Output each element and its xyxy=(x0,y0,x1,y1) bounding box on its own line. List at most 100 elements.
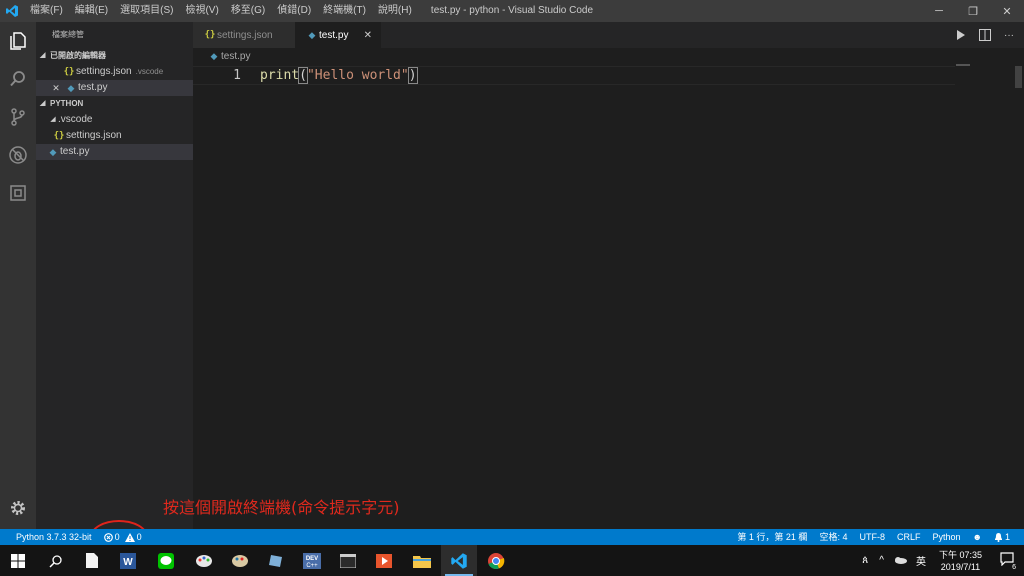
tree-item-label: settings.json xyxy=(66,130,122,141)
taskbar-search-icon[interactable] xyxy=(38,545,74,576)
breadcrumb-file[interactable]: test.py xyxy=(221,51,250,62)
media-player-icon[interactable] xyxy=(366,545,402,576)
sidebar-title: 檔案總管 xyxy=(52,30,84,39)
debug-icon[interactable] xyxy=(0,136,36,174)
chrome-icon[interactable] xyxy=(478,545,514,576)
code-line[interactable]: 1 print("Hello world") xyxy=(193,66,955,85)
end-of-line[interactable]: CRLF xyxy=(891,529,927,545)
editor-scrollbar[interactable] xyxy=(1014,64,1024,529)
notifications[interactable]: 1 xyxy=(988,529,1016,545)
error-count: 0 xyxy=(114,532,120,542)
indentation[interactable]: 空格: 4 xyxy=(813,529,853,545)
cursor-position[interactable]: 第 1 行，第 21 欄 xyxy=(731,529,813,545)
terminal-app-icon[interactable] xyxy=(330,545,366,576)
close-window-button[interactable]: ✕ xyxy=(990,0,1024,22)
problems-indicator[interactable]: 0 0 xyxy=(98,529,148,545)
menu-debug[interactable]: 偵錯(D) xyxy=(271,0,317,22)
close-icon[interactable]: ✕ xyxy=(364,30,372,41)
bell-icon xyxy=(994,533,1002,542)
minimize-button[interactable]: ─ xyxy=(922,0,956,22)
menu-selection[interactable]: 選取項目(S) xyxy=(114,0,179,22)
menu-go[interactable]: 移至(G) xyxy=(225,0,271,22)
svg-text:C++: C++ xyxy=(306,563,318,569)
people-icon[interactable]: ጰ xyxy=(856,555,874,566)
activity-bar xyxy=(0,22,36,529)
run-icon[interactable] xyxy=(954,28,968,42)
tab-label: test.py xyxy=(319,29,349,41)
close-icon[interactable]: ✕ xyxy=(50,80,62,96)
line-app-icon[interactable] xyxy=(148,545,184,576)
workspace-header[interactable]: ◢ PYTHON xyxy=(36,96,193,112)
explorer-icon[interactable] xyxy=(0,22,36,60)
minimap[interactable] xyxy=(956,64,970,66)
tab-settings-json[interactable]: {} settings.json xyxy=(193,22,295,48)
menu-terminal[interactable]: 終端機(T) xyxy=(317,0,372,22)
menu-help[interactable]: 說明(H) xyxy=(372,0,418,22)
warning-icon xyxy=(124,532,135,542)
action-center-icon[interactable]: 6 xyxy=(990,552,1024,571)
open-editor-desc: .vscode xyxy=(135,67,164,76)
status-bar: Python 3.7.3 32-bit 0 0 第 1 行，第 21 欄 空格:… xyxy=(0,529,1024,545)
encoding[interactable]: UTF-8 xyxy=(853,529,891,545)
code-editor[interactable]: 1 print("Hello world") xyxy=(193,64,1024,529)
tree-item-settings[interactable]: {} settings.json xyxy=(36,128,193,144)
tab-test-py[interactable]: ◆ test.py ✕ xyxy=(295,22,381,48)
open-editors-label: 已開啟的編輯器 xyxy=(50,51,106,60)
json-icon: {} xyxy=(204,30,216,40)
chevron-down-icon: ◢ xyxy=(50,116,56,123)
system-tray: ጰ ^ 英 下午 07:35 2019/7/11 6 xyxy=(856,545,1024,576)
code-text[interactable]: print("Hello world") xyxy=(260,67,418,84)
python-interpreter[interactable]: Python 3.7.3 32-bit xyxy=(10,529,98,545)
open-editor-item-test[interactable]: ✕ ◆ test.py xyxy=(36,80,193,96)
tree-item-vscode[interactable]: ◢ .vscode xyxy=(36,112,193,128)
open-editors-header[interactable]: ◢ 已開啟的編輯器 xyxy=(36,48,193,64)
file-icon[interactable] xyxy=(74,545,110,576)
clock-time: 下午 07:35 xyxy=(938,549,982,560)
extensions-icon[interactable] xyxy=(0,174,36,212)
breadcrumb[interactable]: ◆ test.py xyxy=(193,48,1024,64)
json-icon: {} xyxy=(53,131,65,141)
python-icon: ◆ xyxy=(67,83,75,93)
notification-count: 1 xyxy=(1004,532,1010,542)
word-icon[interactable]: W xyxy=(110,545,146,576)
warning-count: 0 xyxy=(136,532,142,542)
title-bar: 檔案(F) 編輯(E) 選取項目(S) 檢視(V) 移至(G) 偵錯(D) 終端… xyxy=(0,0,1024,22)
vscode-taskbar-icon[interactable] xyxy=(441,545,477,576)
scroll-thumb[interactable] xyxy=(1015,66,1022,88)
token-string: "Hello world" xyxy=(306,68,409,83)
error-icon xyxy=(103,532,113,542)
gear-icon[interactable] xyxy=(0,489,36,527)
tree-item-test[interactable]: ◆ test.py xyxy=(36,144,193,160)
palette-app-icon[interactable] xyxy=(222,545,258,576)
ime-indicator[interactable]: 英 xyxy=(911,553,931,568)
menu-bar: 檔案(F) 編輯(E) 選取項目(S) 檢視(V) 移至(G) 偵錯(D) 終端… xyxy=(24,0,418,22)
split-editor-icon[interactable] xyxy=(978,28,992,42)
notes-app-icon[interactable] xyxy=(258,545,294,576)
menu-edit[interactable]: 編輯(E) xyxy=(69,0,114,22)
chevron-up-icon[interactable]: ^ xyxy=(874,555,889,566)
clock-date: 2019/7/11 xyxy=(940,561,981,572)
action-center-badge: 6 xyxy=(1010,564,1018,571)
restore-button[interactable]: ❐ xyxy=(956,0,990,22)
clock[interactable]: 下午 07:35 2019/7/11 xyxy=(931,549,990,573)
language-mode[interactable]: Python xyxy=(926,529,966,545)
windows-taskbar: W DEV C++ ጰ ^ 英 下午 07:35 2019/7/11 6 xyxy=(0,545,1024,576)
json-icon: {} xyxy=(63,67,75,77)
python-icon: ◆ xyxy=(308,29,316,40)
dev-cpp-icon[interactable]: DEV C++ xyxy=(294,545,330,576)
windows-start-icon[interactable] xyxy=(0,545,36,576)
paint-app-icon[interactable] xyxy=(186,545,222,576)
tab-label: settings.json xyxy=(217,29,273,41)
token-paren-close: ) xyxy=(407,67,418,84)
svg-text:DEV: DEV xyxy=(306,556,318,562)
menu-view[interactable]: 檢視(V) xyxy=(179,0,224,22)
open-editor-item-settings[interactable]: {} settings.json .vscode xyxy=(36,64,193,80)
menu-file[interactable]: 檔案(F) xyxy=(24,0,69,22)
feedback-smiley-icon[interactable]: ☻ xyxy=(967,529,988,545)
file-explorer-icon[interactable] xyxy=(404,545,440,576)
search-icon[interactable] xyxy=(0,60,36,98)
onedrive-icon[interactable] xyxy=(889,555,911,567)
more-actions-icon[interactable]: ··· xyxy=(1002,28,1016,42)
source-control-icon[interactable] xyxy=(0,98,36,136)
annotation-text: 按這個開啟終端機(命令提示字元) xyxy=(163,498,400,517)
